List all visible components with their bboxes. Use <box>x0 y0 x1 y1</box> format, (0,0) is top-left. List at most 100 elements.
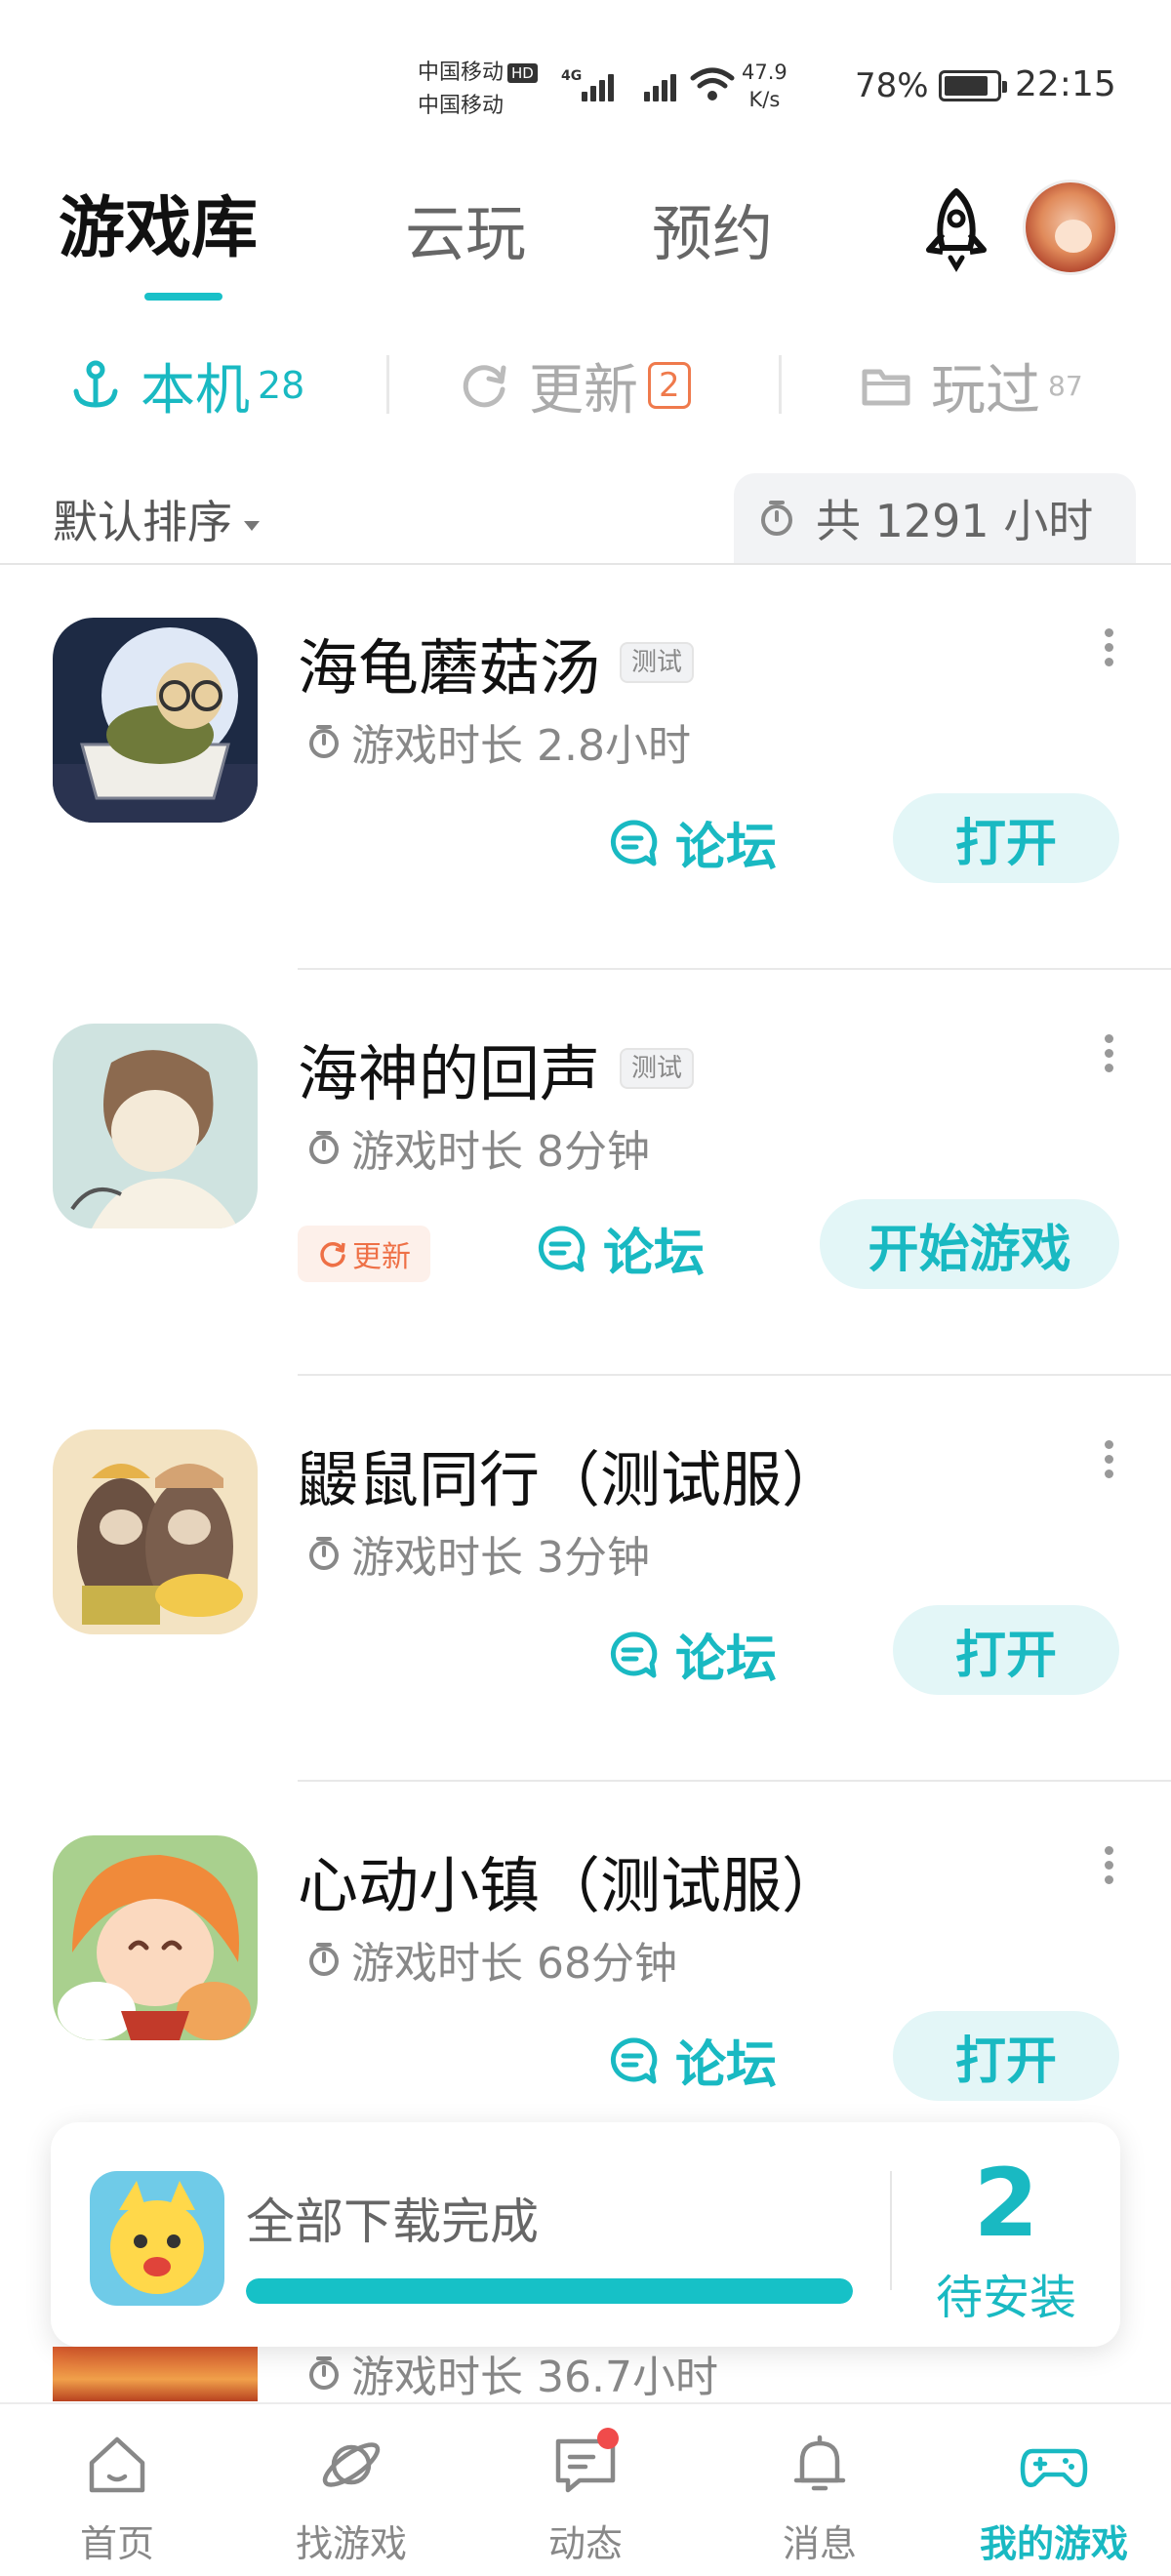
clock: 22:15 <box>1015 64 1116 104</box>
caret-down-icon <box>244 520 260 531</box>
sub-tabs: 本机 28 更新 2 玩过 87 <box>0 342 1171 429</box>
status-bar: 中国移动 HD 中国移动 4G 47.9 K/s 78% 22:15 <box>0 0 1171 156</box>
active-tab-indicator <box>144 293 222 301</box>
game-title[interactable]: 海神的回声 测试 <box>298 1025 695 1112</box>
play-time: 游戏时长 36.7小时 <box>304 2342 718 2404</box>
header: 游戏库 云玩 预约 <box>0 156 1171 312</box>
pending-install-label[interactable]: 待安装 <box>892 2259 1120 2327</box>
play-time-text: 游戏时长 8分钟 <box>351 1127 650 1177</box>
gamepad-icon <box>1020 2448 1088 2487</box>
timer-icon <box>309 725 339 758</box>
download-app-icon <box>90 2171 224 2306</box>
more-options-icon[interactable] <box>1091 1434 1126 1493</box>
wifi-icon <box>690 67 735 101</box>
game-title[interactable]: 心动小镇（测试服） <box>298 1836 842 1924</box>
download-banner[interactable]: 全部下载完成 2 待安装 <box>51 2122 1120 2347</box>
forum-label: 论坛 <box>675 2036 778 2095</box>
game-title[interactable]: 鼹鼠同行（测试服） <box>298 1430 842 1518</box>
timer-icon <box>309 2356 339 2390</box>
forum-icon <box>610 820 658 865</box>
subtab-local-label: 本机 <box>141 358 250 423</box>
anchor-icon <box>73 360 118 408</box>
pending-install-count[interactable]: 2 <box>892 2150 1120 2257</box>
nav-feed-label: 动态 <box>547 2522 623 2565</box>
bottom-nav: 首页 找游戏 动态 消息 我的游戏 <box>0 2402 1171 2576</box>
tab-cloud-play[interactable]: 云玩 <box>405 190 526 278</box>
timer-icon <box>309 1943 339 1976</box>
play-time: 游戏时长 3分钟 <box>304 1522 650 1585</box>
subtab-played[interactable]: 玩过 87 <box>859 349 1083 423</box>
start-game-button[interactable]: 开始游戏 <box>820 1199 1119 1289</box>
subtab-update[interactable]: 更新 2 <box>457 349 691 423</box>
test-tag: 测试 <box>620 642 695 683</box>
list-item[interactable]: 鼹鼠同行（测试服） 游戏时长 3分钟 论坛 打开 <box>0 1376 1171 1782</box>
forum-button[interactable]: 论坛 <box>607 806 777 879</box>
list-item[interactable]: 海龟蘑菇汤 测试 游戏时长 2.8小时 论坛 打开 <box>0 564 1171 970</box>
update-label: 更新 <box>352 1240 411 1274</box>
network-speed: 47.9 K/s <box>742 60 787 111</box>
game-icon-partial[interactable] <box>53 2347 258 2401</box>
hd-badge: HD <box>507 63 538 83</box>
forum-label: 论坛 <box>675 1630 778 1689</box>
update-badge[interactable]: 更新 <box>298 1226 430 1282</box>
open-button[interactable]: 打开 <box>893 2011 1119 2101</box>
play-time: 游戏时长 8分钟 <box>304 1116 650 1179</box>
battery-icon <box>939 70 1007 101</box>
update-count-badge: 2 <box>648 362 691 409</box>
play-time-text: 游戏时长 36.7小时 <box>351 2353 718 2402</box>
signal-icon <box>582 68 630 101</box>
play-time-text: 游戏时长 2.8小时 <box>351 721 691 771</box>
refresh-icon <box>463 365 506 408</box>
forum-label: 论坛 <box>603 1225 706 1283</box>
timer-icon <box>309 1131 339 1164</box>
divider <box>386 355 389 414</box>
more-options-icon[interactable] <box>1091 623 1126 681</box>
tab-reservation[interactable]: 预约 <box>652 190 773 278</box>
forum-button[interactable]: 论坛 <box>535 1212 705 1285</box>
play-time-text: 游戏时长 3分钟 <box>351 1533 650 1583</box>
nav-my-games-label: 我的游戏 <box>979 2522 1128 2565</box>
more-options-icon[interactable] <box>1091 1028 1126 1087</box>
play-time: 游戏时长 68分钟 <box>304 1928 677 1991</box>
nav-find-games[interactable]: 找游戏 <box>234 2404 468 2576</box>
signal-icon-2 <box>644 68 693 101</box>
planet-icon <box>322 2442 381 2487</box>
sort-dropdown[interactable]: 默认排序 <box>53 487 260 551</box>
open-button[interactable]: 打开 <box>893 793 1119 883</box>
nav-home-label: 首页 <box>79 2522 154 2565</box>
game-title[interactable]: 海龟蘑菇汤 测试 <box>298 619 695 706</box>
forum-icon <box>610 1631 658 1677</box>
avatar[interactable] <box>1023 180 1118 275</box>
list-item[interactable]: 海神的回声 测试 游戏时长 8分钟 更新 论坛 开始游戏 <box>0 970 1171 1376</box>
subtab-played-count: 87 <box>1048 369 1083 402</box>
nav-home[interactable]: 首页 <box>0 2404 234 2576</box>
game-title-text: 鼹鼠同行（测试服） <box>298 1444 843 1515</box>
tab-game-library[interactable]: 游戏库 <box>59 185 258 273</box>
home-icon <box>89 2436 145 2493</box>
subtab-local[interactable]: 本机 28 <box>68 349 305 423</box>
forum-button[interactable]: 论坛 <box>607 1618 777 1691</box>
more-options-icon[interactable] <box>1091 1840 1126 1899</box>
subtab-local-count: 28 <box>258 364 305 407</box>
forum-button[interactable]: 论坛 <box>607 2024 777 2097</box>
nav-my-games[interactable]: 我的游戏 <box>937 2404 1171 2576</box>
progress-fill <box>246 2278 853 2304</box>
game-icon-heart-town[interactable] <box>53 1835 258 2040</box>
bell-icon <box>793 2435 846 2491</box>
nav-feed[interactable]: 动态 <box>468 2404 703 2576</box>
notification-dot <box>597 2428 619 2449</box>
download-status-text: 全部下载完成 <box>246 2194 539 2250</box>
total-playtime-text: 共 1291 小时 <box>816 495 1094 547</box>
timer-icon <box>309 1537 339 1570</box>
forum-label: 论坛 <box>675 819 778 877</box>
carrier-info: 中国移动 HD 中国移动 <box>418 57 538 123</box>
chat-icon <box>550 2428 621 2500</box>
game-title-text: 海神的回声 <box>298 1038 601 1109</box>
nav-messages[interactable]: 消息 <box>703 2404 937 2576</box>
game-icon-sea-echo[interactable] <box>53 1024 258 1228</box>
game-icon-turtle-soup[interactable] <box>53 618 258 823</box>
rocket-icon[interactable] <box>915 185 997 273</box>
open-button[interactable]: 打开 <box>893 1605 1119 1695</box>
game-icon-moles[interactable] <box>53 1429 258 1634</box>
subtab-update-label: 更新 <box>529 358 638 423</box>
